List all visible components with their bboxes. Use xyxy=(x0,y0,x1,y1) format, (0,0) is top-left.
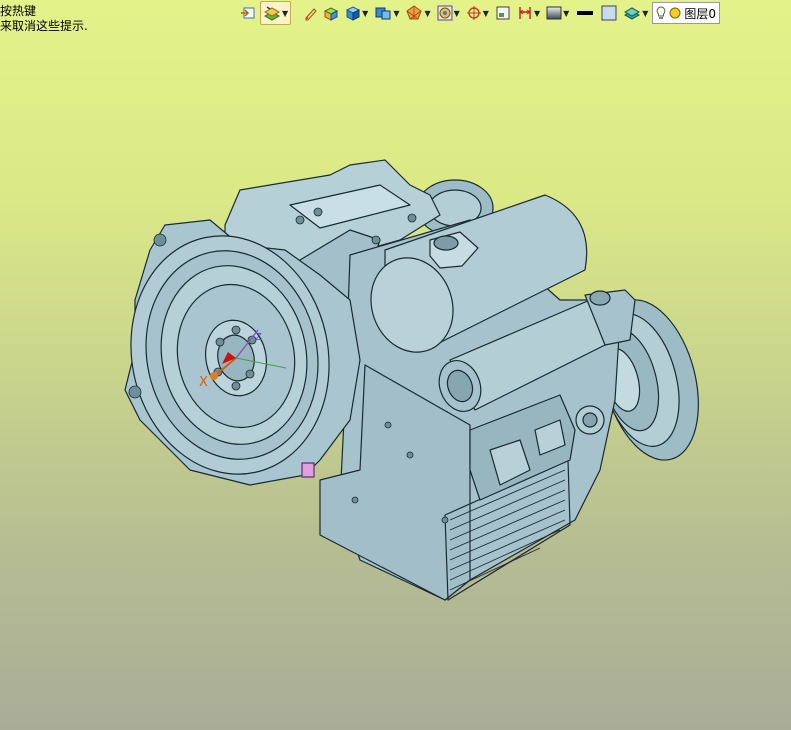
grid-window-button[interactable] xyxy=(493,2,513,24)
color-button[interactable] xyxy=(599,2,619,24)
fitting xyxy=(301,462,315,478)
engine-model[interactable]: X Z xyxy=(0,26,791,730)
layer-label: 图层0 xyxy=(684,6,717,21)
display-mode-button[interactable]: ▼ xyxy=(435,2,462,24)
layer-selector[interactable]: 图层0 xyxy=(652,2,721,24)
view-cube-button[interactable]: ▼ xyxy=(372,2,401,24)
edit-pencil-icon xyxy=(305,8,317,21)
layer-stack-icon xyxy=(624,7,641,20)
background-shade-button[interactable]: ▼ xyxy=(544,2,571,24)
chevron-down-icon[interactable]: ▼ xyxy=(362,9,368,18)
sketch-plane-button[interactable] xyxy=(238,2,258,24)
display-mode-icon xyxy=(437,5,453,21)
sketch-plane-icon xyxy=(241,7,255,19)
chevron-down-icon[interactable]: ▼ xyxy=(282,9,288,18)
layer-filter-icon xyxy=(263,6,281,21)
chevron-down-icon[interactable]: ▼ xyxy=(563,9,569,18)
chevron-down-icon[interactable]: ▼ xyxy=(424,9,430,18)
axis-x-label: X xyxy=(199,375,208,390)
edit-button[interactable] xyxy=(301,2,319,24)
solid-box-button[interactable]: ▼ xyxy=(343,2,370,24)
render-sphere-icon xyxy=(406,5,423,20)
layer-stack-button[interactable]: ▼ xyxy=(621,2,650,24)
toolbar: ▼ ▼ ▼ ▼ ▼ ▼ ▼ ▼ ▼ 图层0 xyxy=(238,0,721,26)
render-button[interactable]: ▼ xyxy=(403,2,432,24)
snap-point-button[interactable]: ▼ xyxy=(464,2,491,24)
add-box-button[interactable] xyxy=(321,2,341,24)
background-shade-icon xyxy=(546,6,562,20)
dimension-button[interactable]: ▼ xyxy=(515,2,542,24)
chevron-down-icon[interactable]: ▼ xyxy=(454,9,460,18)
axis-z-label: Z xyxy=(255,332,262,343)
view-cube-icon xyxy=(375,7,391,20)
solid-box-icon xyxy=(346,6,361,21)
snap-point-icon xyxy=(466,6,481,20)
chevron-down-icon[interactable]: ▼ xyxy=(642,9,648,18)
layer-filter-button[interactable]: ▼ xyxy=(260,1,292,25)
3d-viewport[interactable]: X Z xyxy=(0,26,791,730)
chevron-down-icon[interactable]: ▼ xyxy=(483,9,489,18)
chevron-down-icon[interactable]: ▼ xyxy=(534,9,540,18)
color-square-icon xyxy=(601,5,617,21)
line-weight-button[interactable] xyxy=(573,2,597,24)
layer-color-dot-icon xyxy=(669,7,681,19)
lightbulb-icon xyxy=(657,6,666,19)
dimension-icon xyxy=(519,7,531,19)
chevron-down-icon[interactable]: ▼ xyxy=(393,9,399,18)
grid-window-icon xyxy=(496,6,510,20)
hint-line-1: 按热键 xyxy=(0,4,37,18)
line-weight-icon xyxy=(577,11,594,15)
add-box-icon xyxy=(324,7,339,21)
